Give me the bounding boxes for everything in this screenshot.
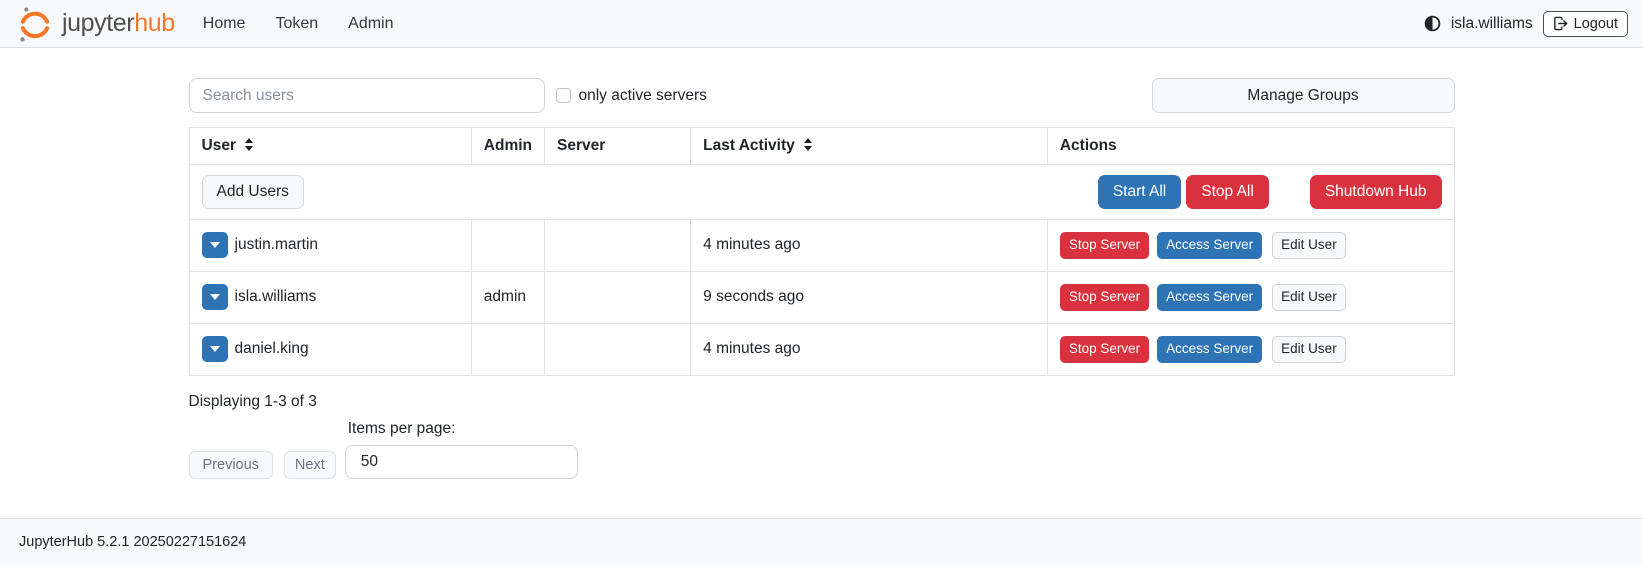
last-activity-cell: 9 seconds ago	[691, 271, 1048, 323]
column-header-server: Server	[545, 128, 691, 165]
last-activity-cell: 4 minutes ago	[691, 323, 1048, 375]
user-row: isla.williams admin 9 seconds ago Stop S…	[189, 271, 1454, 323]
items-per-page-label: Items per page:	[348, 420, 578, 438]
nav-links: Home Token Admin	[203, 15, 394, 33]
server-cell	[545, 271, 691, 323]
only-active-servers-label: only active servers	[579, 87, 707, 105]
column-header-last-activity[interactable]: Last Activity	[691, 128, 1048, 165]
chevron-down-icon	[210, 294, 220, 300]
admin-cell	[471, 323, 544, 375]
user-name: isla.williams	[235, 288, 317, 306]
nav-link-token[interactable]: Token	[275, 15, 318, 33]
table-controls-row: Add Users Start All Stop All Shutdown Hu…	[189, 165, 1454, 220]
server-cell	[545, 323, 691, 375]
edit-user-button[interactable]: Edit User	[1272, 284, 1346, 311]
column-header-admin: Admin	[471, 128, 544, 165]
edit-user-button[interactable]: Edit User	[1272, 232, 1346, 259]
admin-cell: admin	[471, 271, 544, 323]
jupyter-planet-icon	[15, 4, 55, 44]
start-all-button[interactable]: Start All	[1098, 175, 1181, 209]
access-server-button[interactable]: Access Server	[1157, 232, 1262, 259]
brand-wordmark: jupyterhub	[62, 9, 175, 38]
pagination-controls: Previous Next Items per page:	[189, 420, 1455, 479]
top-navbar: jupyterhub Home Token Admin isla.william…	[0, 0, 1643, 48]
column-header-actions: Actions	[1047, 128, 1454, 165]
user-row: justin.martin 4 minutes ago Stop Server …	[189, 219, 1454, 271]
user-dropdown-button[interactable]	[202, 232, 228, 258]
previous-page-button[interactable]: Previous	[189, 451, 273, 479]
next-page-button[interactable]: Next	[284, 451, 336, 479]
user-name: justin.martin	[235, 236, 319, 254]
page-footer: JupyterHub 5.2.1 20250227151624	[0, 518, 1643, 565]
user-dropdown-button[interactable]	[202, 336, 228, 362]
table-header-row: User Admin Server Last Activity Actions	[189, 128, 1454, 165]
user-name: daniel.king	[235, 340, 309, 358]
users-table: User Admin Server Last Activity Actions …	[189, 127, 1455, 376]
add-users-button[interactable]: Add Users	[202, 175, 304, 209]
stop-server-button[interactable]: Stop Server	[1060, 232, 1149, 259]
logout-button[interactable]: Logout	[1543, 11, 1628, 37]
nav-link-admin[interactable]: Admin	[348, 15, 393, 33]
stop-all-button[interactable]: Stop All	[1186, 175, 1269, 209]
jupyterhub-logo[interactable]: jupyterhub	[15, 4, 175, 44]
current-username: isla.williams	[1451, 15, 1533, 33]
access-server-button[interactable]: Access Server	[1157, 336, 1262, 363]
stop-server-button[interactable]: Stop Server	[1060, 284, 1149, 311]
admin-cell	[471, 219, 544, 271]
logout-exit-icon	[1553, 16, 1568, 31]
nav-link-home[interactable]: Home	[203, 15, 246, 33]
access-server-button[interactable]: Access Server	[1157, 284, 1262, 311]
navbar-right: isla.williams Logout	[1424, 11, 1628, 37]
color-mode-toggle-icon[interactable]	[1424, 15, 1441, 32]
admin-panel: only active servers Manage Groups User A…	[189, 78, 1455, 479]
column-header-user[interactable]: User	[189, 128, 471, 165]
user-dropdown-button[interactable]	[202, 284, 228, 310]
pagination-summary: Displaying 1-3 of 3	[189, 393, 1455, 411]
search-input[interactable]	[189, 78, 545, 113]
manage-groups-button[interactable]: Manage Groups	[1152, 78, 1455, 113]
edit-user-button[interactable]: Edit User	[1272, 336, 1346, 363]
sort-icon-last-activity[interactable]	[804, 138, 812, 151]
version-text: JupyterHub 5.2.1 20250227151624	[19, 534, 246, 550]
server-cell	[545, 219, 691, 271]
shutdown-hub-button[interactable]: Shutdown Hub	[1310, 175, 1442, 209]
sort-icon-user[interactable]	[245, 138, 253, 151]
chevron-down-icon	[210, 242, 220, 248]
toolbar-row: only active servers Manage Groups	[189, 78, 1455, 113]
items-per-page-input[interactable]	[345, 445, 578, 479]
chevron-down-icon	[210, 346, 220, 352]
user-row: daniel.king 4 minutes ago Stop Server Ac…	[189, 323, 1454, 375]
last-activity-cell: 4 minutes ago	[691, 219, 1048, 271]
only-active-servers-checkbox[interactable]	[556, 88, 571, 103]
stop-server-button[interactable]: Stop Server	[1060, 336, 1149, 363]
